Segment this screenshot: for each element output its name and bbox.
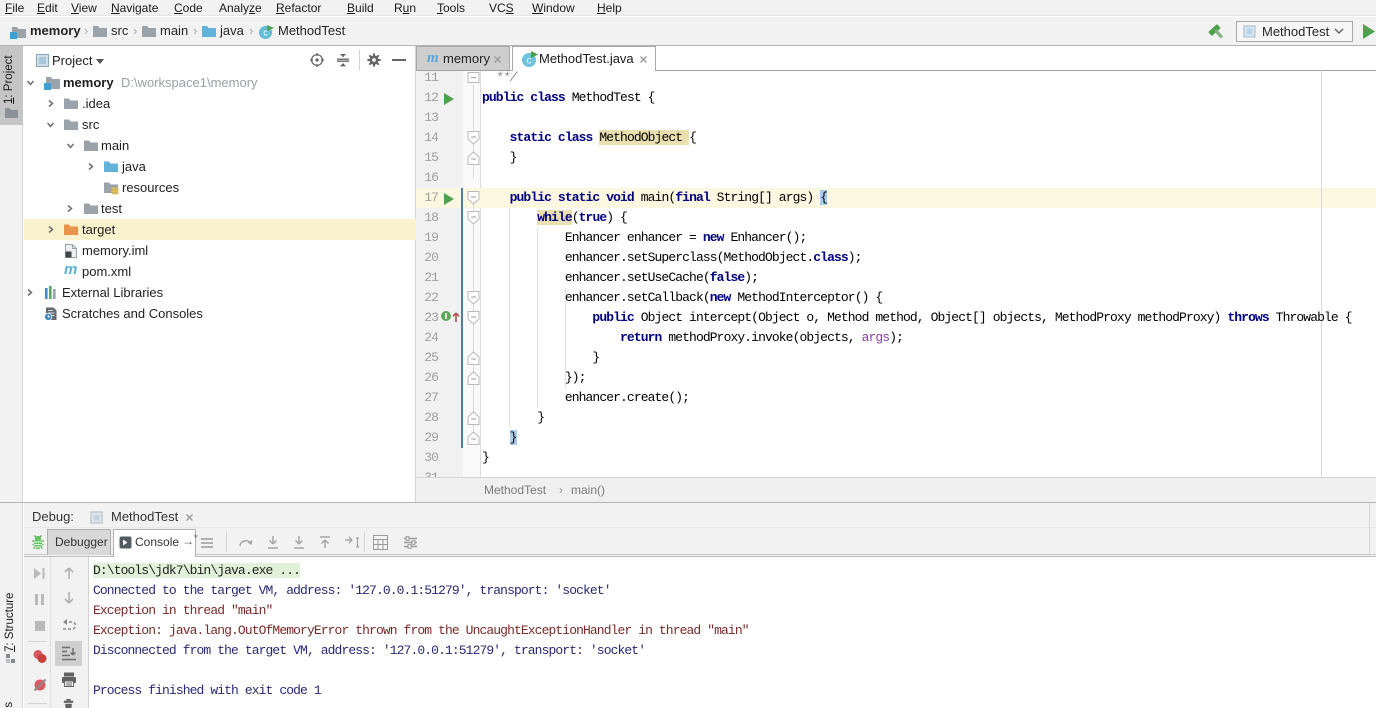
svg-text:c: c xyxy=(527,56,532,67)
